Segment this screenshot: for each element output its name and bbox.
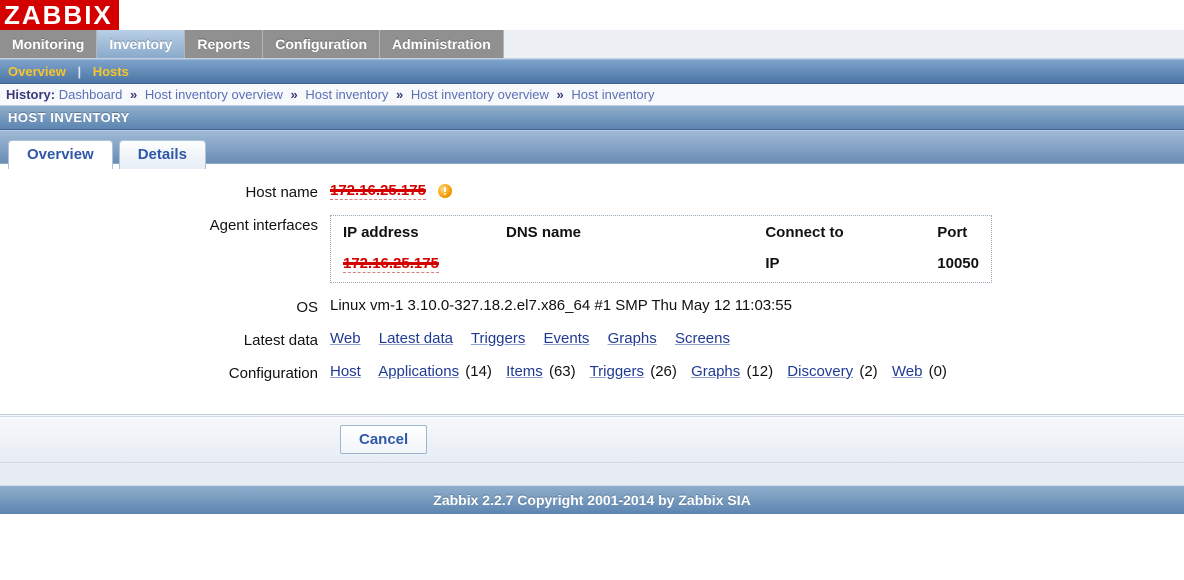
link-cfg-graphs[interactable]: Graphs bbox=[691, 363, 740, 380]
action-bar: Cancel bbox=[0, 416, 1184, 463]
iface-col-port: Port bbox=[925, 216, 991, 251]
cancel-button[interactable]: Cancel bbox=[340, 425, 427, 454]
label-latest-data: Latest data bbox=[10, 330, 330, 349]
iface-row: 172.16.25.175 IP 10050 bbox=[331, 251, 991, 282]
crumb-arrow: » bbox=[130, 87, 137, 102]
host-name-value: 172.16.25.175 bbox=[330, 182, 426, 200]
link-cfg-triggers[interactable]: Triggers bbox=[590, 363, 644, 380]
label-configuration: Configuration bbox=[10, 363, 330, 382]
link-host[interactable]: Host bbox=[330, 363, 361, 380]
count-items: (63) bbox=[549, 363, 576, 380]
breadcrumb-label: History: bbox=[6, 87, 55, 102]
count-discovery: (2) bbox=[859, 363, 877, 380]
crumb-arrow: » bbox=[557, 87, 564, 102]
iface-connectto: IP bbox=[753, 251, 925, 282]
link-applications[interactable]: Applications bbox=[378, 363, 459, 380]
menu-monitoring[interactable]: Monitoring bbox=[0, 30, 97, 58]
submenu-overview[interactable]: Overview bbox=[8, 64, 66, 79]
submenu-hosts[interactable]: Hosts bbox=[93, 64, 129, 79]
crumb-4[interactable]: Host inventory bbox=[571, 87, 654, 102]
count-graphs: (12) bbox=[746, 363, 773, 380]
tabbar: Overview Details bbox=[0, 130, 1184, 164]
os-value: Linux vm-1 3.10.0-327.18.2.el7.x86_64 #1… bbox=[330, 297, 792, 314]
main-menu: Monitoring Inventory Reports Configurati… bbox=[0, 30, 1184, 59]
configuration-links: Host Applications (14) Items (63) Trigge… bbox=[330, 363, 957, 380]
sub-menu: Overview | Hosts bbox=[0, 59, 1184, 84]
label-agent-interfaces: Agent interfaces bbox=[10, 215, 330, 234]
count-applications: (14) bbox=[465, 363, 492, 380]
iface-port: 10050 bbox=[925, 251, 991, 282]
crumb-3[interactable]: Host inventory overview bbox=[411, 87, 549, 102]
menu-administration[interactable]: Administration bbox=[380, 30, 504, 58]
crumb-0[interactable]: Dashboard bbox=[59, 87, 123, 102]
crumb-1[interactable]: Host inventory overview bbox=[145, 87, 283, 102]
breadcrumb: History: Dashboard » Host inventory over… bbox=[0, 84, 1184, 106]
crumb-arrow: » bbox=[396, 87, 403, 102]
link-cfg-web[interactable]: Web bbox=[892, 363, 923, 380]
link-web[interactable]: Web bbox=[330, 330, 361, 347]
iface-col-connectto: Connect to bbox=[753, 216, 925, 251]
label-os: OS bbox=[10, 297, 330, 316]
label-host-name: Host name bbox=[10, 182, 330, 201]
count-web: (0) bbox=[929, 363, 947, 380]
iface-col-dns: DNS name bbox=[494, 216, 753, 251]
link-graphs[interactable]: Graphs bbox=[608, 330, 657, 347]
link-triggers[interactable]: Triggers bbox=[471, 330, 525, 347]
brand-logo[interactable]: ZABBIX bbox=[0, 0, 119, 30]
link-items[interactable]: Items bbox=[506, 363, 543, 380]
count-triggers: (26) bbox=[650, 363, 677, 380]
spacer-bar bbox=[0, 463, 1184, 486]
iface-col-ip: IP address bbox=[331, 216, 494, 251]
latest-data-links: Web Latest data Triggers Events Graphs S… bbox=[330, 330, 730, 347]
warning-icon[interactable] bbox=[438, 184, 452, 198]
link-events[interactable]: Events bbox=[544, 330, 590, 347]
menu-spacer bbox=[504, 30, 1184, 58]
link-screens[interactable]: Screens bbox=[675, 330, 730, 347]
crumb-2[interactable]: Host inventory bbox=[305, 87, 388, 102]
tab-overview[interactable]: Overview bbox=[8, 140, 113, 169]
menu-inventory[interactable]: Inventory bbox=[97, 30, 185, 58]
page-title: HOST INVENTORY bbox=[0, 106, 1184, 130]
footer: Zabbix 2.2.7 Copyright 2001-2014 by Zabb… bbox=[0, 486, 1184, 514]
agent-interfaces-box: IP address DNS name Connect to Port 172.… bbox=[330, 215, 992, 283]
menu-reports[interactable]: Reports bbox=[185, 30, 263, 58]
menu-configuration[interactable]: Configuration bbox=[263, 30, 380, 58]
tab-details[interactable]: Details bbox=[119, 140, 206, 169]
link-latestdata[interactable]: Latest data bbox=[379, 330, 453, 347]
iface-ip: 172.16.25.175 bbox=[343, 255, 439, 273]
crumb-arrow: » bbox=[290, 87, 297, 102]
link-discovery[interactable]: Discovery bbox=[787, 363, 853, 380]
content: Host name 172.16.25.175 Agent interfaces… bbox=[0, 164, 1184, 406]
iface-dns bbox=[494, 251, 753, 282]
submenu-separator: | bbox=[77, 64, 81, 79]
